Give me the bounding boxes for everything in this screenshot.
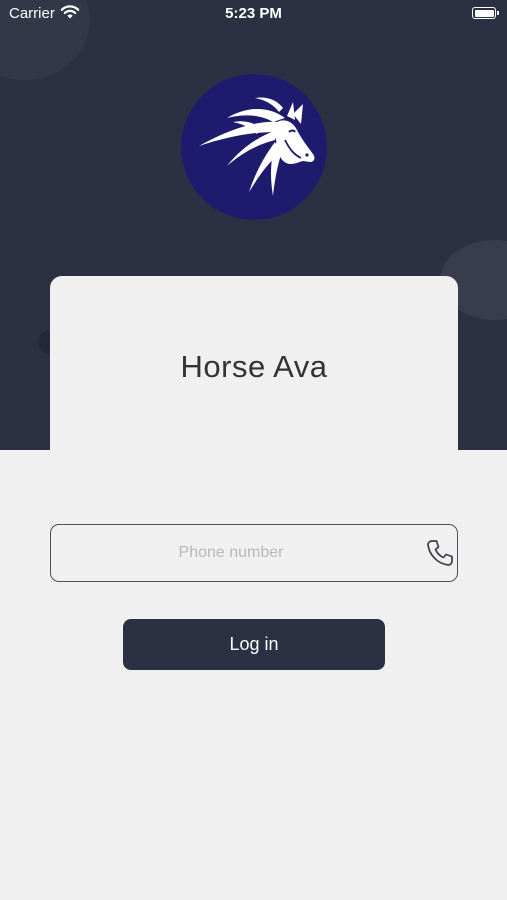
horse-head-icon — [199, 97, 315, 196]
status-bar: Carrier 5:23 PM — [0, 0, 507, 28]
login-button[interactable]: Log in — [123, 619, 385, 670]
clock: 5:23 PM — [225, 5, 282, 22]
app-title: Horse Ava — [180, 349, 328, 384]
battery-icon — [472, 7, 499, 19]
phone-icon — [427, 540, 453, 566]
title-card: Horse Ava — [50, 276, 458, 450]
phone-number-input[interactable] — [51, 525, 411, 580]
app-logo — [181, 74, 327, 220]
phone-number-field[interactable] — [50, 524, 458, 582]
